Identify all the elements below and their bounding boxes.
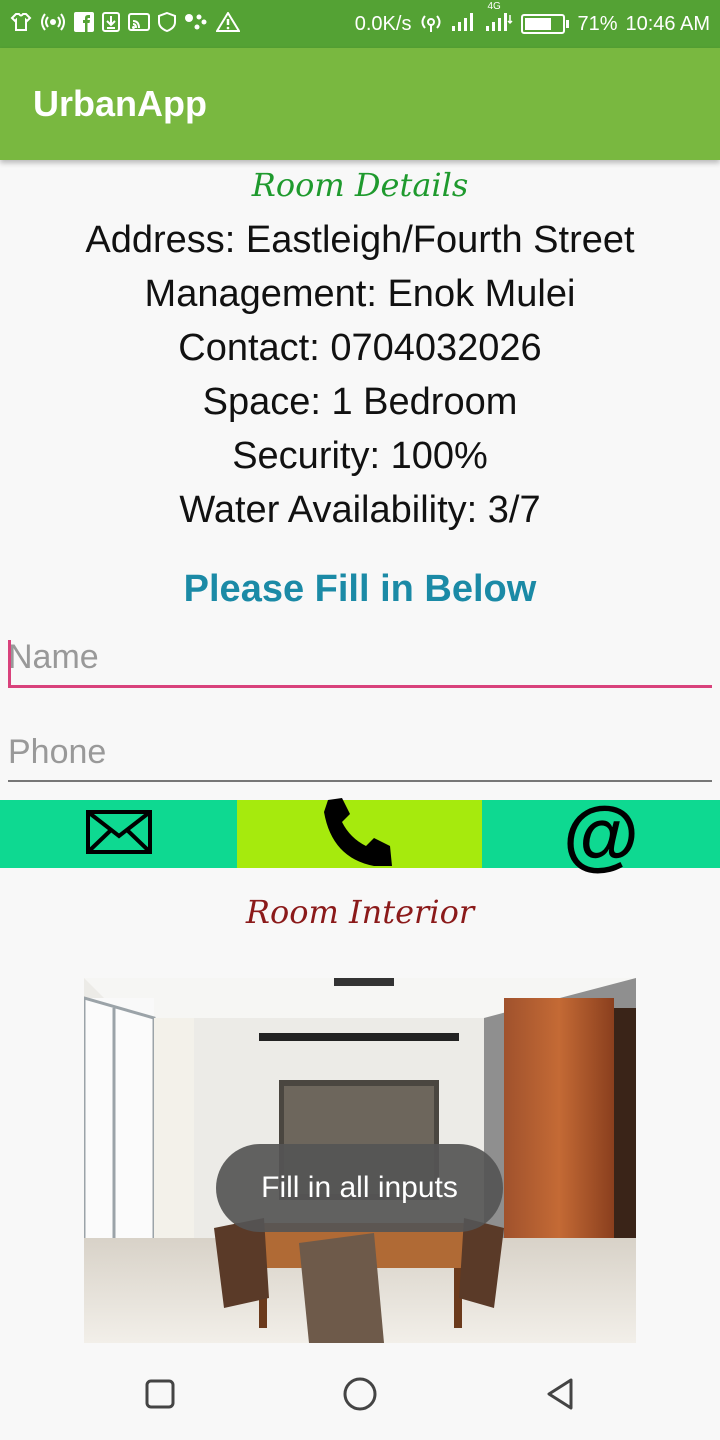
phone-icon — [323, 797, 396, 871]
phone-field[interactable] — [8, 733, 712, 782]
wifi-icon — [419, 10, 443, 38]
room-details-list: Address: Eastleigh/Fourth Street Managem… — [0, 213, 720, 537]
home-button[interactable] — [320, 1352, 400, 1440]
hotspot-icon — [40, 12, 66, 36]
space-text: Space: 1 Bedroom — [202, 381, 518, 423]
clock: 10:46 AM — [625, 12, 710, 35]
contact-text: Contact: 0704032026 — [178, 327, 542, 369]
security-text: Security: 100% — [232, 435, 488, 477]
toast-message: Fill in all inputs — [216, 1144, 503, 1232]
management-text: Management: Enok Mulei — [144, 273, 576, 315]
signal-4g-icon: 4G — [485, 1, 513, 37]
back-button[interactable] — [520, 1352, 600, 1440]
square-icon — [145, 1379, 175, 1414]
address-text: Address: Eastleigh/Fourth Street — [85, 219, 635, 261]
battery-icon — [521, 14, 570, 34]
circle-icon — [342, 1376, 378, 1417]
call-button[interactable] — [237, 797, 482, 871]
network-speed: 0.0K/s — [354, 12, 412, 35]
recent-apps-button[interactable] — [120, 1352, 200, 1440]
dots-icon — [184, 12, 208, 36]
web-button[interactable]: @ — [482, 790, 720, 878]
facebook-icon — [74, 12, 94, 36]
app-bar: UrbanApp — [0, 48, 720, 160]
name-field[interactable] — [8, 638, 712, 688]
app-title: UrbanApp — [33, 83, 207, 124]
room-interior-heading: Room Interior — [245, 893, 475, 931]
fill-form-heading: Please Fill in Below — [183, 568, 537, 610]
network-type-label: 4G — [487, 1, 501, 12]
text-cursor — [8, 640, 11, 686]
contact-actions: @ — [0, 790, 720, 878]
battery-percent: 71% — [577, 12, 618, 35]
email-button[interactable] — [0, 800, 237, 868]
name-input[interactable] — [8, 638, 712, 685]
status-bar: 0.0K/s 4G 71% 10:46 AM — [0, 0, 720, 48]
shield-icon — [158, 11, 176, 36]
system-status: 0.0K/s 4G 71% 10:46 AM — [354, 1, 710, 38]
navigation-bar — [0, 1352, 720, 1440]
cast-icon — [128, 12, 150, 36]
room-details-heading: Room Details — [251, 166, 469, 204]
signal-icon — [451, 11, 477, 37]
phone-input[interactable] — [8, 733, 712, 780]
download-icon — [102, 12, 120, 36]
notification-icons — [10, 11, 241, 36]
envelope-icon — [85, 809, 152, 859]
shirt-icon — [10, 12, 32, 36]
back-triangle-icon — [545, 1377, 575, 1416]
warning-icon — [215, 11, 241, 36]
at-sign-icon: @ — [562, 790, 640, 878]
water-availability-text: Water Availability: 3/7 — [179, 489, 541, 531]
